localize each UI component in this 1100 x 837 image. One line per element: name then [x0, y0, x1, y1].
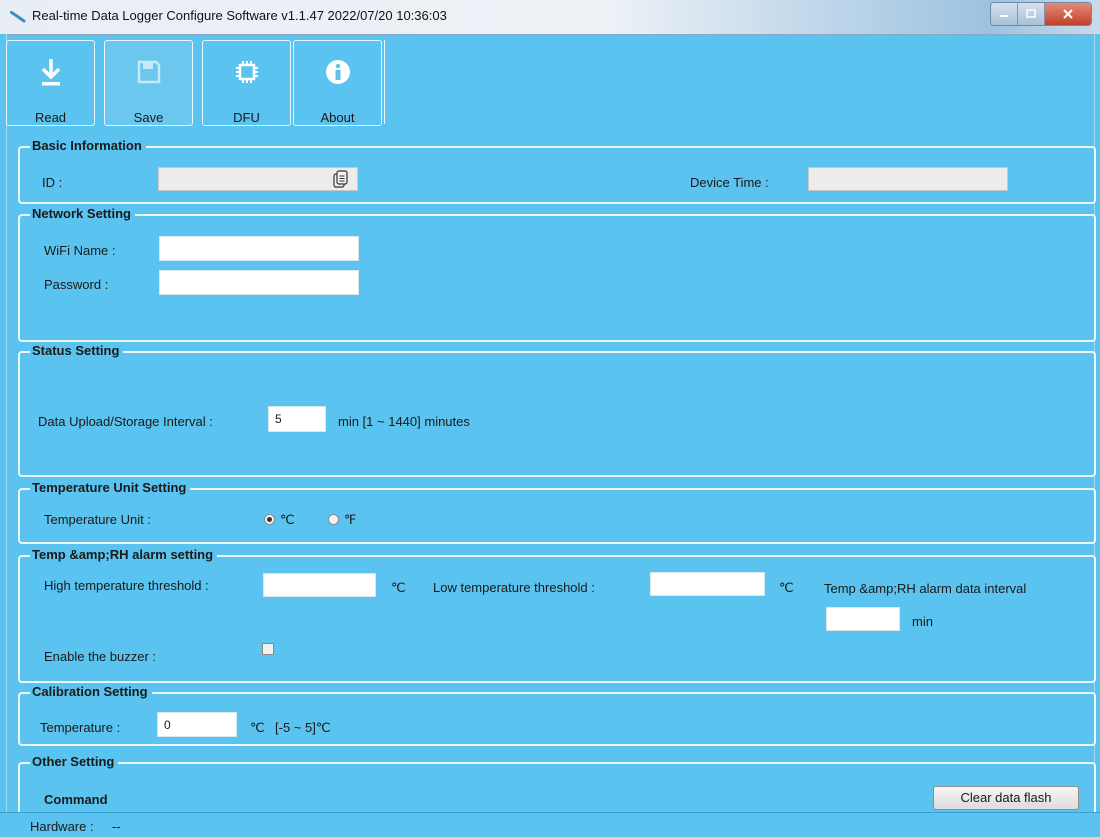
low-threshold-input[interactable]	[650, 572, 765, 596]
network-setting-title: Network Setting	[30, 206, 135, 221]
interval-label: Data Upload/Storage Interval :	[38, 414, 213, 429]
alarm-interval-input[interactable]	[826, 607, 900, 631]
calibration-temperature-label: Temperature :	[40, 720, 121, 735]
minimize-button[interactable]	[991, 3, 1018, 25]
status-setting-title: Status Setting	[30, 343, 124, 358]
read-button[interactable]: Read	[6, 40, 95, 126]
calibration-temperature-unit: ℃	[250, 720, 265, 735]
status-bar: Hardware : --	[0, 812, 1100, 837]
buzzer-label: Enable the buzzer :	[44, 649, 157, 664]
window-frame-left	[0, 34, 7, 812]
command-label: Command	[44, 792, 108, 807]
maximize-button[interactable]	[1018, 3, 1045, 25]
window-controls	[990, 2, 1092, 26]
buzzer-checkbox[interactable]	[262, 643, 274, 655]
hardware-value: --	[112, 819, 121, 834]
download-icon	[41, 59, 60, 86]
close-icon	[1063, 9, 1073, 19]
fahrenheit-label: ℉	[344, 512, 357, 527]
temperature-unit-label: Temperature Unit :	[44, 512, 151, 527]
id-field[interactable]	[158, 167, 358, 191]
alarm-setting-title: Temp &amp;RH alarm setting	[30, 547, 218, 562]
dfu-label: DFU	[233, 110, 260, 125]
maximize-icon	[1026, 9, 1036, 18]
calibration-temperature-input[interactable]: 0	[157, 712, 237, 737]
high-threshold-label: High temperature threshold :	[44, 578, 209, 593]
save-icon	[137, 60, 160, 84]
minimize-icon	[1000, 15, 1008, 17]
low-threshold-unit: ℃	[779, 580, 794, 595]
alarm-interval-label: Temp &amp;RH alarm data interval	[824, 581, 1027, 596]
temperature-unit-group	[18, 488, 1096, 544]
about-button[interactable]: About	[293, 40, 382, 126]
id-label: ID :	[42, 175, 63, 190]
chip-icon	[235, 61, 258, 83]
alarm-interval-unit: min	[912, 614, 933, 629]
read-label: Read	[34, 110, 67, 125]
app-icon	[10, 11, 26, 23]
copy-icon[interactable]	[333, 170, 349, 188]
clear-data-flash-button[interactable]: Clear data flash	[933, 786, 1079, 810]
save-button[interactable]: Save	[104, 40, 193, 126]
title-bar: Real-time Data Logger Configure Software…	[0, 0, 1100, 35]
password-input[interactable]	[159, 270, 359, 295]
device-time-field[interactable]	[808, 167, 1008, 191]
celsius-radio[interactable]	[264, 514, 275, 525]
dfu-button[interactable]: DFU	[202, 40, 291, 126]
hardware-label: Hardware :	[30, 819, 94, 834]
interval-hint: min [1 ~ 1440] minutes	[338, 414, 470, 429]
high-threshold-unit: ℃	[391, 580, 406, 595]
window-title: Real-time Data Logger Configure Software…	[32, 8, 447, 23]
save-label: Save	[133, 110, 164, 125]
device-time-label: Device Time :	[690, 175, 769, 190]
basic-information-title: Basic Information	[30, 138, 146, 153]
low-threshold-label: Low temperature threshold :	[433, 580, 595, 595]
celsius-label: ℃	[280, 512, 295, 527]
temperature-unit-title: Temperature Unit Setting	[30, 480, 191, 495]
info-icon	[325, 60, 350, 84]
toolbar-separator	[384, 40, 388, 124]
wifi-name-label: WiFi Name :	[44, 243, 116, 258]
wifi-name-input[interactable]	[159, 236, 359, 261]
close-button[interactable]	[1045, 3, 1091, 25]
calibration-temperature-range: [-5 ~ 5]℃	[275, 720, 331, 735]
fahrenheit-radio[interactable]	[328, 514, 339, 525]
other-setting-title: Other Setting	[30, 754, 119, 769]
interval-input[interactable]: 5	[268, 406, 326, 432]
about-label: About	[320, 110, 355, 125]
high-threshold-input[interactable]	[263, 573, 376, 597]
password-label: Password :	[44, 277, 109, 292]
alarm-setting-group	[18, 555, 1096, 683]
calibration-setting-title: Calibration Setting	[30, 684, 152, 699]
